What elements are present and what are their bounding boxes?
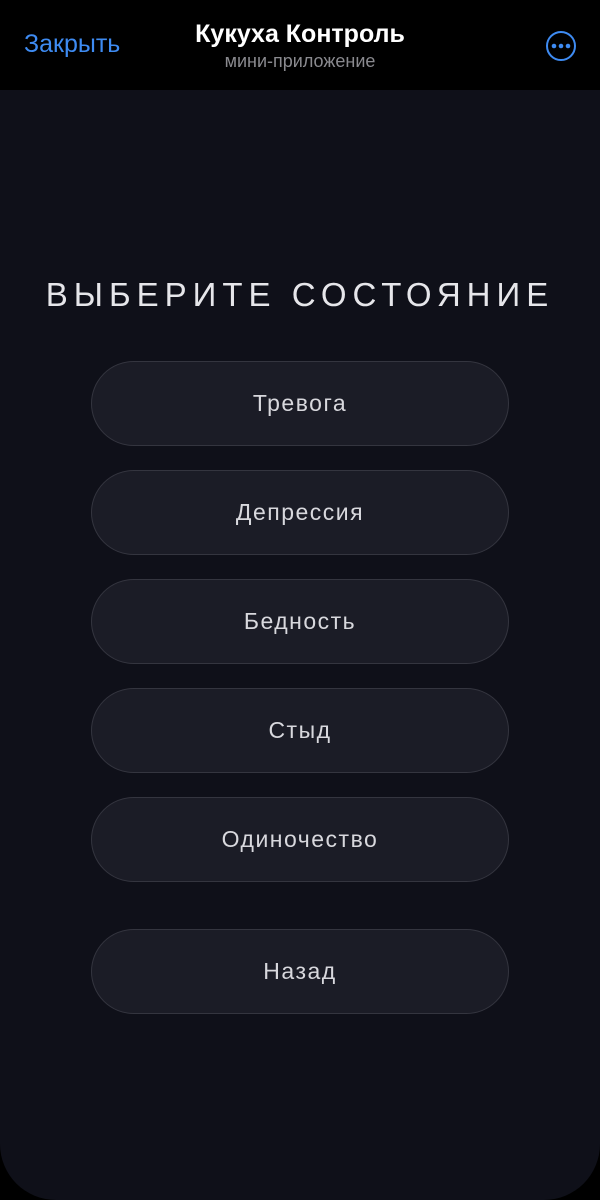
back-button[interactable]: Назад [91,929,509,1014]
state-button-anxiety[interactable]: Тревога [91,361,509,446]
app-subtitle: мини-приложение [224,51,376,71]
app-title: Кукуха Контроль [195,20,405,48]
more-dots-icon [551,43,571,49]
state-button-loneliness[interactable]: Одиночество [91,797,509,882]
page-title: ВЫБЕРИТЕ СОСТОЯНИЕ [45,276,555,313]
state-button-poverty[interactable]: Бедность [91,579,509,664]
state-button-depression[interactable]: Депрессия [91,470,509,555]
more-button[interactable] [546,31,576,61]
app-header: Закрыть Кукуха Контроль мини-приложение [0,0,600,90]
main-panel: ВЫБЕРИТЕ СОСТОЯНИЕ Тревога Депрессия Бед… [0,90,600,1200]
state-button-shame[interactable]: Стыд [91,688,509,773]
close-button[interactable]: Закрыть [24,30,120,59]
title-block: Кукуха Контроль мини-приложение [150,18,450,72]
